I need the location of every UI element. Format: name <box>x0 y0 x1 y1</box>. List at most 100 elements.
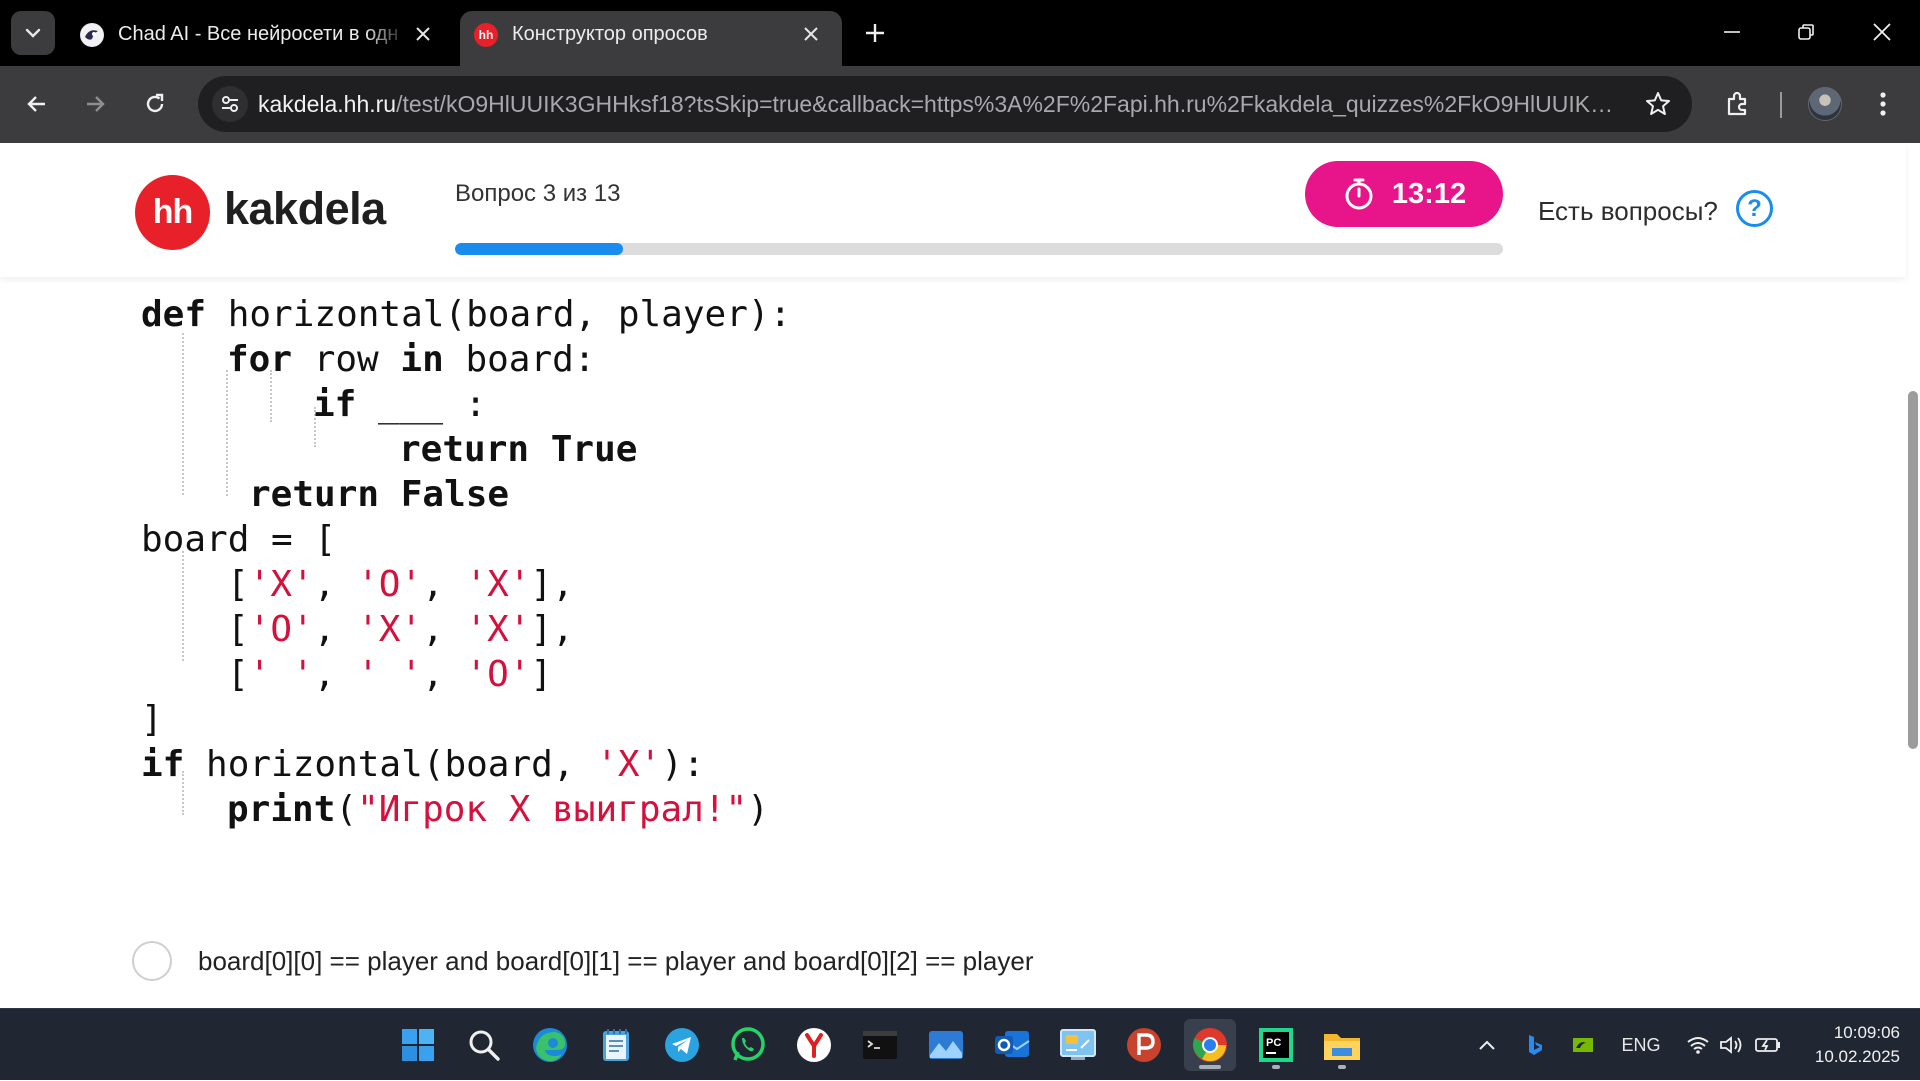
browser-menu-button[interactable] <box>1868 86 1898 122</box>
question-counter: Вопрос 3 из 13 <box>455 180 621 207</box>
svg-text:PC: PC <box>1266 1037 1281 1049</box>
code-text: horizontal(board, player): <box>206 294 792 335</box>
tray-volume[interactable] <box>1716 1009 1748 1081</box>
taskbar-photos[interactable] <box>920 1019 972 1071</box>
extensions-button[interactable] <box>1718 84 1758 124</box>
show-hidden-icons-button[interactable] <box>1472 1009 1502 1081</box>
taskbar-edge[interactable] <box>524 1019 576 1071</box>
hh-favicon-icon: hh <box>474 23 498 47</box>
code-string: 'O' <box>465 654 531 695</box>
start-button[interactable] <box>392 1019 444 1071</box>
code-text: ( <box>335 789 358 830</box>
answer-option-1-radio[interactable] <box>132 941 172 981</box>
code-text: ] <box>141 699 163 740</box>
taskbar-powerpoint[interactable] <box>1118 1019 1170 1071</box>
code-text: [ <box>227 654 249 695</box>
code-line: if horizontal(board, 'X'): <box>141 743 705 787</box>
reload-button[interactable] <box>135 84 175 124</box>
powerpoint-icon <box>1127 1028 1161 1062</box>
tab-search-button[interactable] <box>11 11 55 55</box>
code-string: "Игрок X выиграл!" <box>357 789 748 830</box>
code-line: if ___ : <box>313 383 486 427</box>
code-text: [ <box>227 609 249 650</box>
control-panel-icon <box>1060 1029 1096 1060</box>
close-window-button[interactable] <box>1857 10 1907 54</box>
taskbar-search[interactable] <box>458 1019 510 1071</box>
reload-icon <box>146 93 164 113</box>
language-indicator[interactable]: ENG <box>1616 1009 1666 1081</box>
puzzle-icon <box>1727 91 1747 116</box>
code-text: , <box>313 654 358 695</box>
taskbar-control-panel[interactable] <box>1052 1019 1104 1071</box>
close-icon[interactable] <box>798 21 824 47</box>
more-vertical-icon <box>1880 92 1886 116</box>
code-text: ] <box>530 654 553 695</box>
bing-icon <box>1529 1035 1542 1055</box>
code-text: board: <box>443 339 596 380</box>
indent-guide <box>182 333 184 495</box>
profile-avatar[interactable] <box>1808 87 1842 121</box>
windows-taskbar: PC ENG 10:09:06 10.02.2025 <box>0 1008 1920 1080</box>
minimize-button[interactable] <box>1707 10 1757 54</box>
tray-bing[interactable] <box>1520 1009 1550 1081</box>
site-info-button[interactable] <box>212 86 248 122</box>
code-string: 'O' <box>248 609 314 650</box>
taskbar-file-explorer[interactable] <box>1316 1019 1368 1071</box>
chevron-down-icon <box>25 28 41 38</box>
stopwatch-icon <box>1345 178 1373 210</box>
yandex-browser-icon <box>797 1028 831 1062</box>
url-text[interactable]: kakdela.hh.ru/test/kO9HlUUIK3GHHksf18?ts… <box>258 91 1618 118</box>
clock-date: 10.02.2025 <box>1814 1047 1900 1066</box>
tray-battery[interactable] <box>1752 1009 1784 1081</box>
timer-badge: 13:12 <box>1305 161 1503 227</box>
code-keyword: True <box>550 429 638 470</box>
taskbar-telegram[interactable] <box>656 1019 708 1071</box>
taskbar-pycharm[interactable]: PC <box>1250 1019 1302 1071</box>
close-icon <box>1873 23 1891 41</box>
help-link[interactable]: Есть вопросы? <box>1538 196 1718 227</box>
taskbar-clock[interactable]: 10:09:06 10.02.2025 <box>1800 1021 1900 1069</box>
help-question-icon[interactable]: ? <box>1736 190 1773 227</box>
taskbar-chrome[interactable] <box>1184 1019 1236 1071</box>
code-string: 'X' <box>465 609 531 650</box>
terminal-icon <box>863 1031 897 1059</box>
new-tab-button[interactable] <box>858 16 892 50</box>
timer-value: 13:12 <box>1391 177 1467 210</box>
chevron-up-icon <box>1479 1040 1495 1050</box>
taskbar-whatsapp[interactable] <box>722 1019 774 1071</box>
code-keyword: in <box>400 339 444 380</box>
tab-konstruktor-oprosov[interactable]: hh Конструктор опросов <box>460 11 842 66</box>
forward-button[interactable] <box>75 84 115 124</box>
minimize-icon <box>1724 31 1740 33</box>
running-indicator <box>1272 1065 1280 1069</box>
close-icon[interactable] <box>410 21 436 47</box>
pycharm-icon: PC <box>1259 1028 1293 1062</box>
code-string: ' ' <box>357 654 423 695</box>
code-line: def horizontal(board, player): <box>141 293 791 337</box>
taskbar-yandex-browser[interactable] <box>788 1019 840 1071</box>
hh-logo[interactable]: hh <box>135 175 210 250</box>
volume-icon <box>1720 1036 1742 1054</box>
progress-bar <box>455 243 1503 255</box>
taskbar-outlook[interactable] <box>986 1019 1038 1071</box>
toolbar-divider <box>1780 92 1782 118</box>
code-string: 'X' <box>357 609 423 650</box>
address-bar[interactable]: kakdela.hh.ru/test/kO9HlUUIK3GHHksf18?ts… <box>198 76 1692 132</box>
tray-nvidia[interactable] <box>1568 1009 1598 1081</box>
answer-option-1-label[interactable]: board[0][0] == player and board[0][1] ==… <box>198 946 1033 977</box>
code-keyword: if <box>141 744 185 785</box>
code-line: ] <box>141 698 163 742</box>
code-text: , <box>422 564 466 605</box>
brand-name[interactable]: kakdela <box>224 183 386 235</box>
code-line: ['X', 'O', 'X'], <box>227 563 574 607</box>
tab-chad-ai[interactable]: Chad AI - Все нейросети в одн <box>66 11 454 66</box>
back-button[interactable] <box>17 84 57 124</box>
bookmark-star-button[interactable] <box>1644 90 1672 123</box>
page-scrollbar-thumb[interactable] <box>1908 391 1918 749</box>
restore-button[interactable] <box>1781 10 1831 54</box>
code-text: [ <box>227 564 249 605</box>
taskbar-terminal[interactable] <box>854 1019 906 1071</box>
tray-wifi[interactable] <box>1682 1009 1714 1081</box>
taskbar-notepad[interactable] <box>590 1019 642 1071</box>
